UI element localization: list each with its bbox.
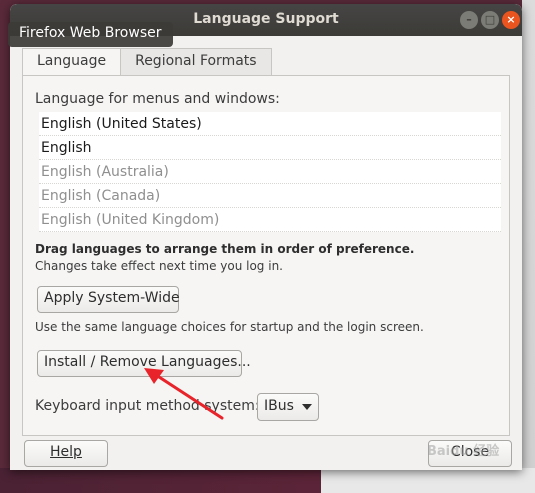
desktop-background-bottom (0, 468, 535, 493)
apply-note: Use the same language choices for startu… (35, 320, 424, 334)
language-list-label: Language for menus and windows: (35, 91, 280, 107)
drag-hint: Drag languages to arrange them in order … (35, 242, 415, 256)
help-button[interactable]: Help (24, 440, 108, 467)
effect-hint: Changes take effect next time you log in… (35, 259, 283, 273)
keyboard-input-select[interactable]: IBus (257, 393, 319, 421)
close-window-button[interactable]: × (502, 11, 520, 29)
keyboard-input-value: IBus (264, 398, 294, 414)
list-item[interactable]: English (United States) (39, 112, 501, 136)
list-item[interactable]: English (Australia) (39, 160, 501, 184)
list-item[interactable]: English (Canada) (39, 184, 501, 208)
maximize-button[interactable]: □ (481, 11, 499, 29)
chevron-down-icon (302, 404, 312, 410)
tooltip: Firefox Web Browser (8, 22, 173, 47)
help-button-label: Help (50, 444, 82, 460)
tab-bar: Language Regional Formats (22, 48, 272, 76)
desktop-background-right (522, 0, 535, 493)
language-list[interactable]: English (United States) English English … (39, 112, 501, 232)
keyboard-input-label: Keyboard input method system: (35, 398, 260, 414)
minimize-button[interactable]: – (460, 11, 478, 29)
tab-regional-formats[interactable]: Regional Formats (121, 48, 272, 76)
watermark: Baidu 经验 (427, 444, 500, 459)
tab-language[interactable]: Language (22, 48, 122, 76)
install-remove-languages-button[interactable]: Install / Remove Languages... (37, 350, 251, 377)
list-item[interactable]: English (39, 136, 501, 160)
language-tab-panel: Language for menus and windows: English … (22, 75, 510, 436)
apply-system-wide-button[interactable]: Apply System-Wide (37, 286, 180, 313)
list-item[interactable]: English (United Kingdom) (39, 208, 501, 232)
language-support-window: Language Support – □ × Language Regional… (10, 4, 522, 470)
